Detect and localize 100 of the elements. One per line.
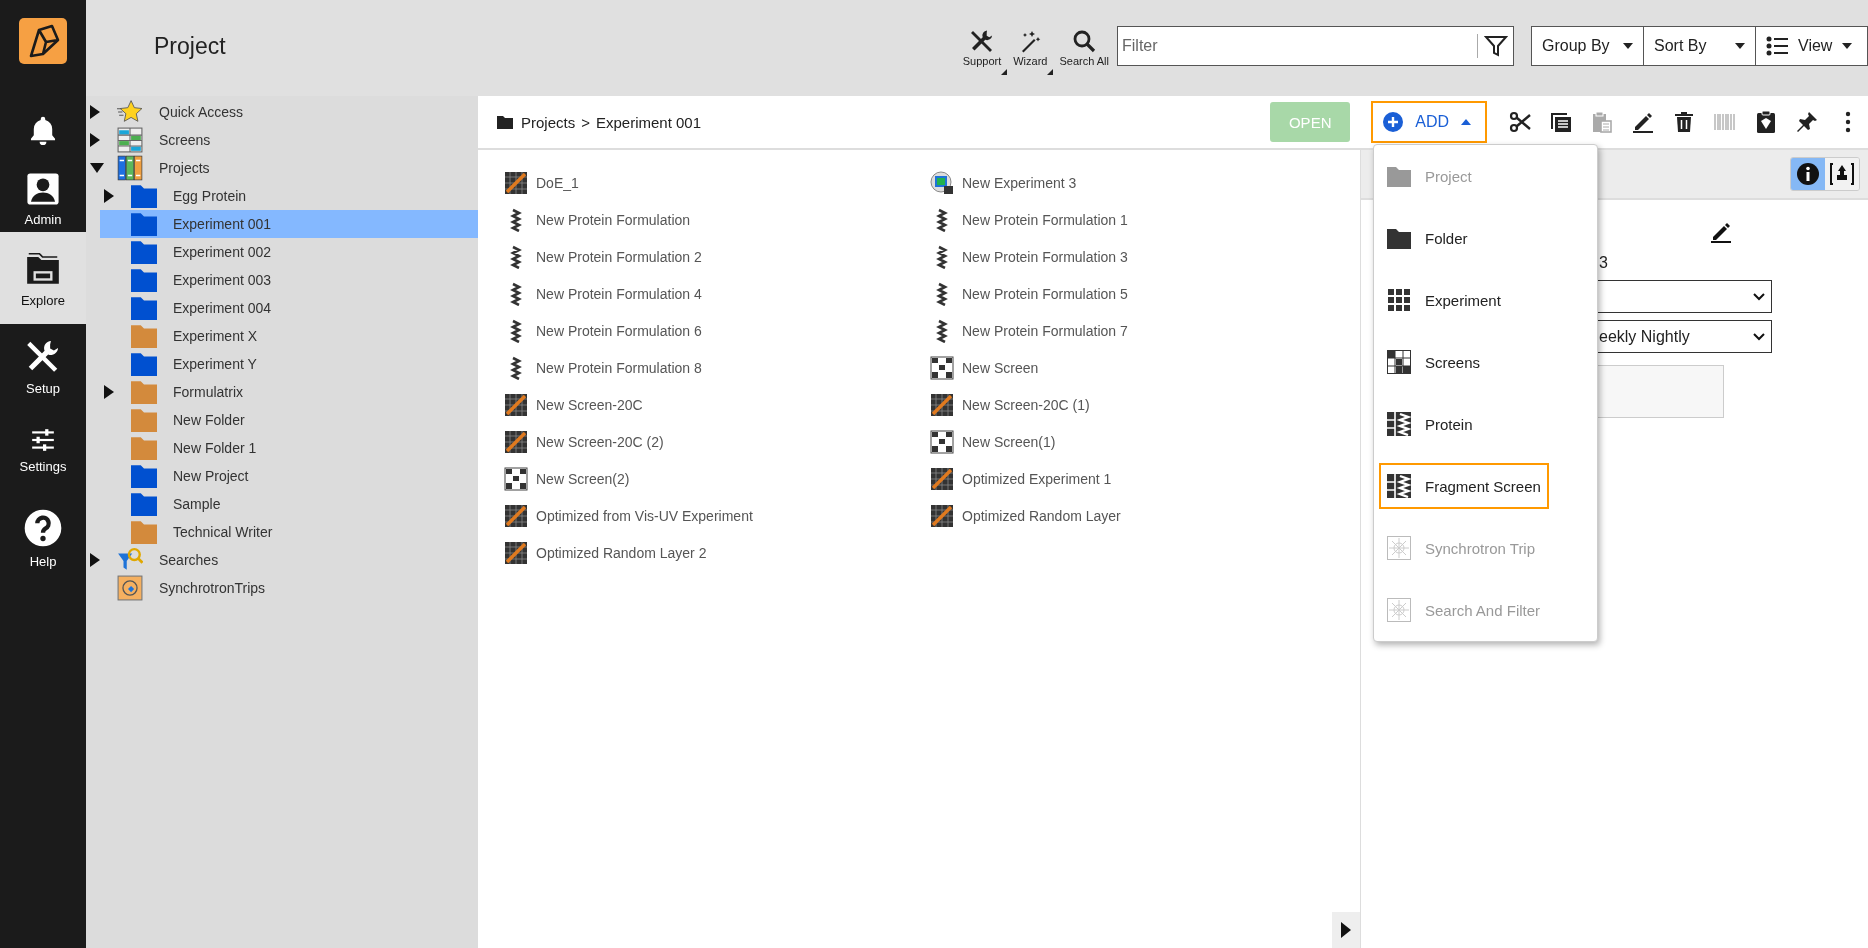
tools-icon [969,29,994,53]
tree-item[interactable]: Sample [100,490,478,518]
tree-item[interactable]: Experiment 003 [100,266,478,294]
collapsed-arrow-icon[interactable] [90,553,100,567]
dropdown-button[interactable]: View [1755,26,1868,66]
nav-item[interactable]: Settings [0,408,86,492]
menu-item[interactable]: Folder [1379,215,1476,261]
file-item[interactable]: New Protein Formulation [504,201,691,238]
select-field[interactable]: eekly Nightly [1597,320,1772,353]
plus-icon [1383,112,1404,132]
nav-item[interactable]: Setup [0,324,86,408]
pencil-icon[interactable] [1709,220,1733,244]
pin-icon[interactable] [1795,110,1819,134]
synchrotron-icon [117,575,143,601]
caret-icon [1842,43,1853,49]
tree-item[interactable]: Experiment X [100,322,478,350]
dropdown-button[interactable]: Group By [1531,26,1644,66]
starburst-icon [1387,536,1411,560]
select-field[interactable] [1597,280,1772,313]
screen-grid-icon [504,466,528,491]
file-item[interactable]: New Screen-20C (1) [930,386,1090,423]
logo[interactable] [19,18,67,64]
nav-item[interactable]: Explore [0,232,86,324]
file-item[interactable]: DoE_1 [504,164,579,201]
tree-item[interactable]: New Project [100,462,478,490]
tree-item[interactable]: Experiment 001 [100,210,478,238]
expanded-arrow-icon[interactable] [90,163,104,173]
toolbar-button[interactable]: Wizard [1007,29,1054,75]
pencil-icon[interactable] [1631,110,1655,134]
info-icon [1796,162,1820,186]
chevron-icon [1753,292,1765,301]
tree-item[interactable]: Screens [86,126,478,154]
trash-icon[interactable] [1672,110,1696,134]
search-filter-icon [117,547,143,573]
file-item[interactable]: New Screen(1) [930,423,1056,460]
breadcrumb-link[interactable]: Projects [521,113,576,131]
starburst-icon [1387,598,1411,622]
clipboard-icon[interactable] [1754,110,1778,134]
expand-panel-button[interactable] [1332,912,1360,948]
tree-item[interactable]: Experiment 002 [100,238,478,266]
file-item[interactable]: New Protein Formulation 6 [504,312,702,349]
binders-icon [117,155,143,181]
file-item[interactable]: New Screen [930,349,1039,386]
tree-item[interactable]: Experiment Y [100,350,478,378]
filter-icon[interactable] [1477,34,1508,58]
tree-item[interactable]: Projects [86,154,478,182]
file-item[interactable]: New Protein Formulation 1 [930,201,1128,238]
file-item[interactable]: New Screen(2) [504,460,630,497]
file-item[interactable]: Optimized Experiment 1 [930,460,1112,497]
scissors-icon[interactable] [1508,110,1532,134]
file-item[interactable]: New Protein Formulation 5 [930,275,1128,312]
file-item[interactable]: Optimized Random Layer [930,497,1121,534]
protein-grid-icon [1387,412,1411,436]
tree-item[interactable]: New Folder [100,406,478,434]
toolbar-button[interactable]: Search All [1053,29,1115,75]
view-toggle[interactable] [1791,158,1825,190]
optimization-grid-icon [930,503,954,528]
collapsed-arrow-icon[interactable] [104,189,114,203]
add-button[interactable]: ADD [1371,101,1487,143]
filter-field[interactable]: Filter [1117,26,1514,66]
menu-item[interactable]: Screens [1379,339,1489,385]
file-item[interactable]: New Protein Formulation 2 [504,238,702,275]
tree-item[interactable]: Searches [86,546,478,574]
file-item[interactable]: New Screen-20C (2) [504,423,664,460]
tree-item[interactable]: Technical Writer [100,518,478,546]
file-item[interactable]: Optimized from Vis-UV Experiment [504,497,753,534]
tree-item[interactable]: New Folder 1 [100,434,478,462]
tree-item[interactable]: Quick Access [86,98,478,126]
copy-icon[interactable] [1549,110,1573,134]
collapsed-arrow-icon[interactable] [90,105,100,119]
caret-icon [1735,43,1745,49]
collapsed-arrow-icon[interactable] [90,133,100,147]
optimization-grid-icon [504,503,528,528]
file-item[interactable]: New Screen-20C [504,386,643,423]
tree-item[interactable]: Formulatrix [100,378,478,406]
file-item[interactable]: New Protein Formulation 3 [930,238,1128,275]
experiment-icon [930,170,954,195]
screen-grid-icon [1387,350,1411,374]
dropdown-button[interactable]: Sort By [1643,26,1756,66]
menu-item[interactable]: Protein [1379,401,1481,447]
file-item[interactable]: New Experiment 3 [930,164,1077,201]
menu-item[interactable]: Experiment [1379,277,1509,323]
optimization-grid-icon [930,392,954,417]
tree-item[interactable]: Experiment 004 [100,294,478,322]
optimization-grid-icon [504,392,528,417]
file-item[interactable]: Optimized Random Layer 2 [504,534,707,571]
nav-item[interactable]: Admin [0,166,86,232]
breadcrumb-link[interactable]: Experiment 001 [595,113,701,131]
menu-item[interactable]: Fragment Screen [1379,463,1549,509]
toolbar-button[interactable]: Support [956,29,1008,75]
collapsed-arrow-icon[interactable] [104,385,114,399]
file-item[interactable]: New Protein Formulation 7 [930,312,1128,349]
user-icon [26,171,60,206]
tree-item[interactable]: Egg Protein [100,182,478,210]
tree-item[interactable]: SynchrotronTrips [86,574,478,602]
view-toggle[interactable] [1825,158,1859,190]
nav-item[interactable]: Help [0,492,86,584]
file-item[interactable]: New Protein Formulation 8 [504,349,702,386]
file-item[interactable]: New Protein Formulation 4 [504,275,702,312]
breadcrumb-separator: > [581,113,590,131]
